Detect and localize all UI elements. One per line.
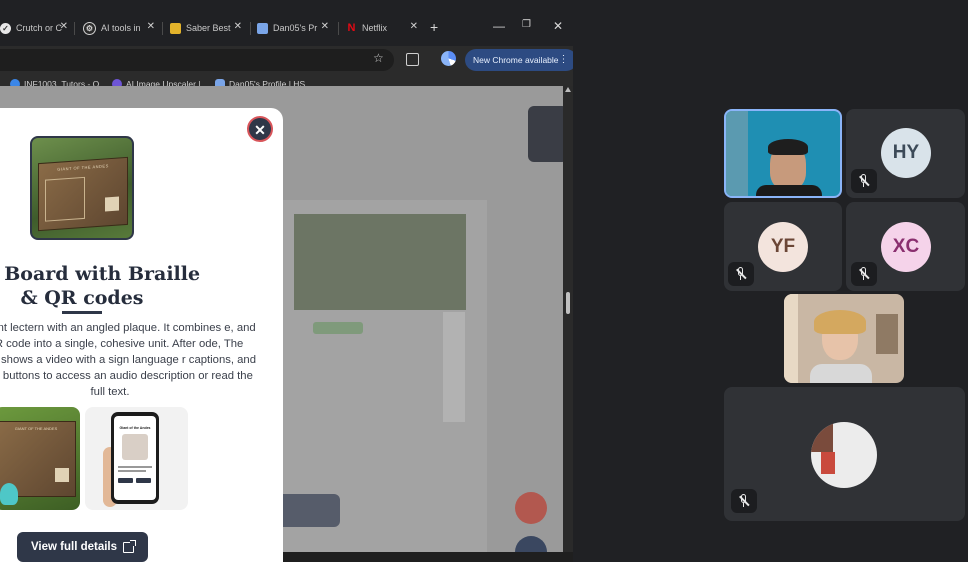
phone-app-screenshot: Giant of the Andes <box>85 407 188 510</box>
wall-graphic <box>784 294 798 383</box>
tab-divider <box>338 22 339 35</box>
background-image <box>294 214 466 310</box>
scroll-up-icon[interactable] <box>565 87 571 92</box>
tab-title: AI tools in <box>101 23 141 33</box>
close-icon[interactable]: ✕ <box>234 21 242 32</box>
video-tile-participant-video[interactable] <box>784 294 904 383</box>
door-graphic <box>876 314 898 354</box>
phone-icon: Giant of the Andes <box>111 412 159 504</box>
mic-off-icon <box>851 262 877 286</box>
background-header-button <box>528 106 563 162</box>
participant-shirt-graphic <box>756 185 822 196</box>
mic-off-icon <box>731 489 757 513</box>
video-tile-hy[interactable]: HY <box>846 109 965 198</box>
participant-hair-graphic <box>814 310 866 334</box>
tab-title: Crutch or C <box>16 23 62 33</box>
address-bar[interactable] <box>0 49 394 71</box>
avatar: HY <box>881 128 931 178</box>
participant-shirt-graphic <box>810 364 872 383</box>
minimize-button[interactable]: — <box>493 19 505 33</box>
background-fab-red <box>515 492 547 524</box>
tab-title: Dan05's Pr <box>273 23 318 33</box>
caption-line <box>118 466 152 468</box>
tab-netflix[interactable]: N Netflix ✕ <box>346 16 418 40</box>
plaque-graphic: GIANT OF THE ANDES <box>38 156 128 232</box>
close-icon[interactable]: ✕ <box>147 21 155 32</box>
update-label: New Chrome available <box>473 55 559 65</box>
text-button <box>136 478 151 483</box>
avatar: XC <box>881 222 931 272</box>
avatar-photo-graphic <box>821 452 835 474</box>
avatar: YF <box>758 222 808 272</box>
participant-hair-graphic <box>768 139 808 155</box>
restore-button[interactable]: ❐ <box>522 19 531 30</box>
sign-language-video <box>122 434 148 460</box>
new-tab-button[interactable]: + <box>430 20 438 34</box>
crutch-favicon: ✓ <box>0 22 11 34</box>
more-menu-icon: ⋮ <box>558 54 569 65</box>
window-frame-graphic <box>726 111 748 196</box>
view-full-details-button[interactable]: View full details <box>17 532 148 562</box>
background-panel <box>443 312 465 422</box>
mic-off-icon <box>728 262 754 286</box>
video-tile-xc[interactable]: XC <box>846 202 965 291</box>
plaque-photo <box>45 176 85 222</box>
toolbar: ☆ New Chrome available ⋮ <box>0 46 573 76</box>
audio-button <box>118 478 133 483</box>
netflix-favicon: N <box>347 22 356 34</box>
scrollbar-thumb[interactable] <box>566 292 570 314</box>
extensions-icon[interactable] <box>406 53 419 66</box>
profile-avatar[interactable] <box>441 51 456 66</box>
plaque-photo-screenshot: GIANT OF THE ANDES <box>0 407 80 510</box>
modal-description: resistant lectern with an angled plaque.… <box>0 322 256 398</box>
video-tile-large[interactable] <box>724 387 965 521</box>
close-icon[interactable]: ✕ <box>321 21 329 32</box>
saber-favicon <box>170 22 181 34</box>
plaque-text: GIANT OF THE ANDES <box>57 163 109 172</box>
external-link-icon <box>123 539 137 553</box>
avatar-initials: HY <box>892 142 920 163</box>
background-fab-blue <box>515 536 547 552</box>
qr-code-graphic <box>105 196 119 212</box>
qr-code-graphic <box>55 468 69 482</box>
plaque-text: GIANT OF THE ANDES <box>14 426 58 431</box>
modal-title: ion Board with Braille & QR codes <box>0 263 201 309</box>
tab-strip: ✓ Crutch or C ✕ ⚙ AI tools in ✕ Saber Be… <box>0 10 573 46</box>
background-tag <box>313 322 363 334</box>
tab-ai-tools[interactable]: ⚙ AI tools in ✕ <box>83 16 155 40</box>
mascot-icon <box>0 483 18 505</box>
tab-saber[interactable]: Saber Best ✕ <box>170 16 242 40</box>
avatar-initials: YF <box>770 236 796 257</box>
avatar <box>811 422 877 488</box>
video-tile-yf[interactable]: YF <box>724 202 842 291</box>
close-icon[interactable]: ✕ <box>410 21 418 32</box>
tab-divider <box>162 22 163 35</box>
chrome-update-button[interactable]: New Chrome available ⋮ <box>465 49 573 71</box>
openai-favicon: ⚙ <box>83 21 96 35</box>
tab-title: Saber Best <box>186 23 231 33</box>
tab-dan05[interactable]: Dan05's Pr ✕ <box>257 16 329 40</box>
title-underline <box>62 311 102 314</box>
window-close-button[interactable]: ✕ <box>553 19 563 33</box>
caption-line <box>118 470 146 472</box>
close-icon[interactable]: ✕ <box>60 21 68 32</box>
mic-off-icon <box>851 169 877 193</box>
phone-screen: Giant of the Andes <box>114 416 156 500</box>
bookmark-star-icon[interactable]: ☆ <box>373 51 384 65</box>
product-thumbnail: GIANT OF THE ANDES <box>30 136 134 240</box>
avatar-photo-graphic <box>811 422 833 452</box>
tab-crutch[interactable]: ✓ Crutch or C ✕ <box>0 16 68 40</box>
screen: ✓ Crutch or C ✕ ⚙ AI tools in ✕ Saber Be… <box>0 0 968 562</box>
modal-close-button[interactable]: ✕ <box>247 116 273 142</box>
page-scrollbar[interactable] <box>563 86 573 552</box>
phone-title: Giant of the Andes <box>119 426 151 430</box>
tab-title: Netflix <box>362 23 388 33</box>
video-tile-self[interactable] <box>724 109 842 198</box>
avatar-initials: XC <box>892 236 920 257</box>
huggingface-favicon <box>257 22 268 34</box>
view-details-label: View full details <box>30 541 118 553</box>
tab-divider <box>74 22 75 35</box>
tab-divider <box>250 22 251 35</box>
